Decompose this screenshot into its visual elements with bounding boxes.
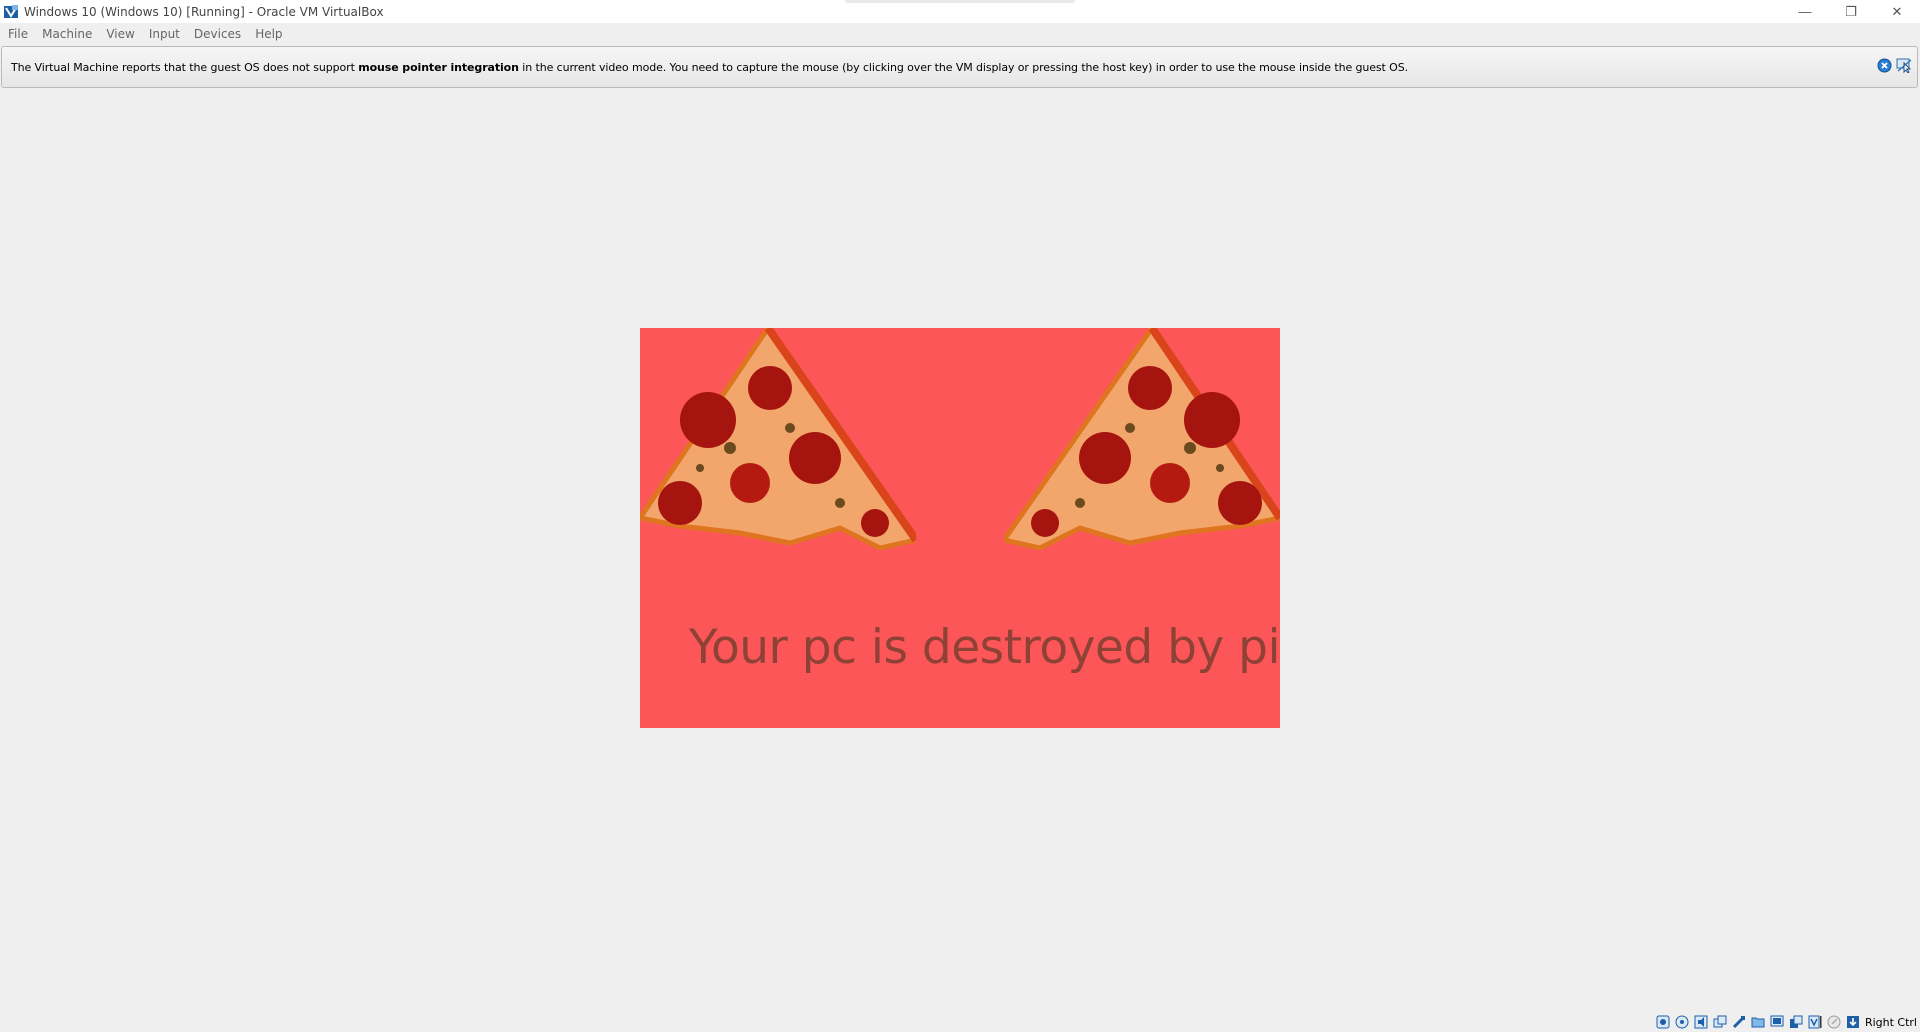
shared-folders-icon[interactable] <box>1749 1014 1767 1030</box>
notice-text-before: The Virtual Machine reports that the gue… <box>11 60 359 74</box>
virtualbox-logo-icon <box>2 3 19 20</box>
menu-machine[interactable]: Machine <box>35 27 99 41</box>
mouse-capture-icon[interactable] <box>1825 1014 1843 1030</box>
close-notice-icon[interactable] <box>1875 56 1893 74</box>
guest-display[interactable]: Your pc is destroyed by pizza <box>640 328 1280 728</box>
menu-bar: File Machine View Input Devices Help <box>0 23 1920 45</box>
recording-icon[interactable] <box>1787 1014 1805 1030</box>
notice-text-after: in the current video mode. You need to c… <box>518 60 1409 74</box>
guest-message: Your pc is destroyed by pizza <box>689 620 1280 675</box>
menu-input[interactable]: Input <box>142 27 187 41</box>
title-notch <box>845 0 1075 3</box>
window-title: Windows 10 (Windows 10) [Running] - Orac… <box>24 4 384 19</box>
host-key-label: Right Ctrl <box>1864 1015 1917 1029</box>
pizza-slice-right <box>1004 328 1280 550</box>
network-icon[interactable] <box>1711 1014 1729 1030</box>
menu-view[interactable]: View <box>99 27 141 41</box>
menu-help[interactable]: Help <box>248 27 289 41</box>
menu-devices[interactable]: Devices <box>187 27 248 41</box>
optical-drive-icon[interactable] <box>1673 1014 1691 1030</box>
audio-icon[interactable] <box>1692 1014 1710 1030</box>
pizza-slice-left <box>640 328 916 550</box>
mouse-integration-icon[interactable] <box>1895 56 1913 74</box>
notice-text-bold: mouse pointer integration <box>358 60 519 74</box>
notice-icons <box>1875 56 1913 74</box>
hard-disk-icon[interactable] <box>1654 1014 1672 1030</box>
usb-icon[interactable] <box>1730 1014 1748 1030</box>
title-bar: Windows 10 (Windows 10) [Running] - Orac… <box>0 0 1920 23</box>
cpu-icon[interactable] <box>1806 1014 1824 1030</box>
menu-file[interactable]: File <box>0 27 35 41</box>
window-controls: — ❐ ✕ <box>1782 0 1920 23</box>
notice-text: The Virtual Machine reports that the gue… <box>11 61 1408 74</box>
minimize-button[interactable]: — <box>1782 0 1828 23</box>
close-button[interactable]: ✕ <box>1874 0 1920 23</box>
restore-button[interactable]: ❐ <box>1828 0 1874 23</box>
display-icon[interactable] <box>1768 1014 1786 1030</box>
mouse-integration-notice: The Virtual Machine reports that the gue… <box>1 46 1918 88</box>
status-bar: Right Ctrl <box>1654 1012 1920 1032</box>
keyboard-capture-icon[interactable] <box>1844 1014 1862 1030</box>
